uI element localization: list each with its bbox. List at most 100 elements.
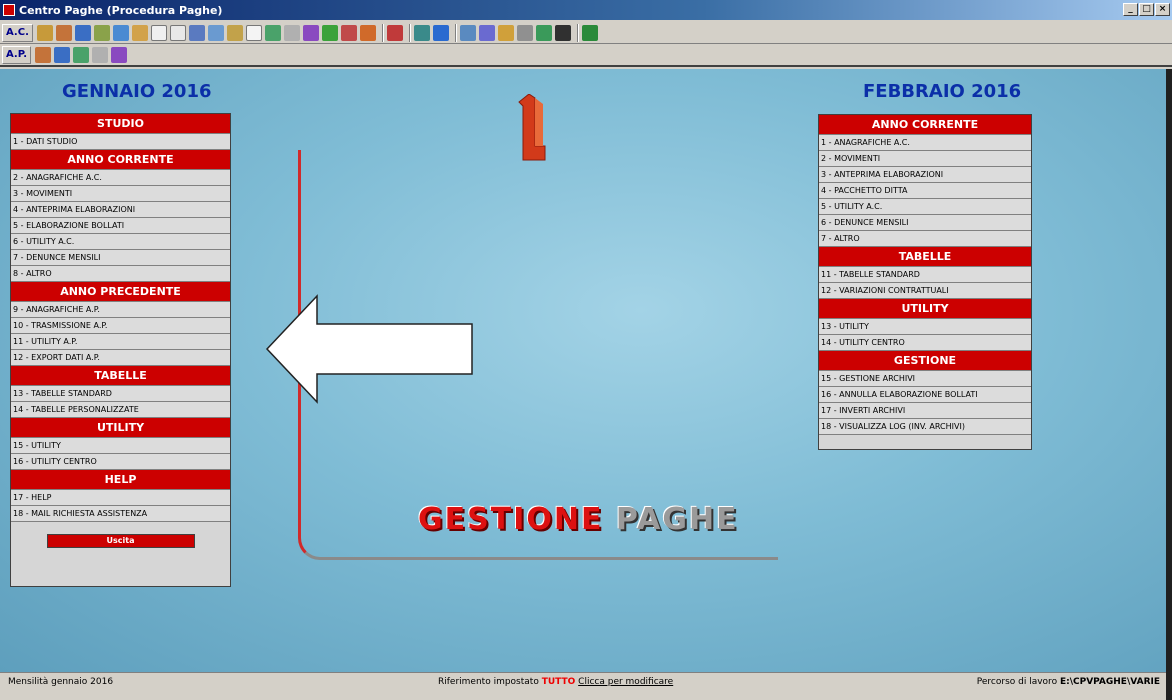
menu-item-17-inverti-archivi[interactable]: 17 - INVERTI ARCHIVI	[819, 403, 1031, 419]
section-header-help: HELP	[11, 470, 230, 490]
toolbar-anno-corrente: A.C.	[0, 22, 1172, 44]
menu-item-10-trasmissione-a-p[interactable]: 10 - TRASMISSIONE A.P.	[11, 318, 230, 334]
menu-item-16-utility-centro[interactable]: 16 - UTILITY CENTRO	[11, 454, 230, 470]
toolbar-separator	[454, 23, 457, 42]
menu-item-13-utility[interactable]: 13 - UTILITY	[819, 319, 1031, 335]
menu-item-9-anagrafiche-a-p[interactable]: 9 - ANAGRAFICHE A.P.	[11, 302, 230, 318]
home-doc-icon[interactable]	[131, 24, 148, 41]
menu-item-8-altro[interactable]: 8 - ALTRO	[11, 266, 230, 282]
menu-item-7-altro[interactable]: 7 - ALTRO	[819, 231, 1031, 247]
menu-item-12-variazioni-contrattuali[interactable]: 12 - VARIAZIONI CONTRATTUALI	[819, 283, 1031, 299]
menu-item-2-movimenti[interactable]: 2 - MOVIMENTI	[819, 151, 1031, 167]
logo-word-gestione: GESTIONE	[418, 502, 604, 537]
modify-reference-link[interactable]: Clicca per modificare	[578, 677, 673, 687]
menu-item-15-utility[interactable]: 15 - UTILITY	[11, 438, 230, 454]
toolbar-separator	[408, 23, 411, 42]
menu-item-4-pacchetto-ditta[interactable]: 4 - PACCHETTO DITTA	[819, 183, 1031, 199]
menu-item-14-tabelle-personalizzate[interactable]: 14 - TABELLE PERSONALIZZATE	[11, 402, 230, 418]
menu-item-1-dati-studio[interactable]: 1 - DATI STUDIO	[11, 134, 230, 150]
spreadsheet-icon[interactable]	[264, 24, 281, 41]
menu-item-6-denunce-mensili[interactable]: 6 - DENUNCE MENSILI	[819, 215, 1031, 231]
spreadsheet-icon[interactable]	[73, 47, 90, 63]
app-window: Centro Paghe (Procedura Paghe) _ □ × A.C…	[0, 0, 1172, 700]
toolbar-separator	[381, 23, 384, 42]
home-icon[interactable]	[35, 47, 52, 63]
menu-item-5-utility-a-c[interactable]: 5 - UTILITY A.C.	[819, 199, 1031, 215]
exit-button[interactable]: Uscita	[46, 534, 195, 548]
export-icon[interactable]	[459, 24, 476, 41]
book-icon[interactable]	[340, 24, 357, 41]
window-icon[interactable]	[554, 24, 571, 41]
menu-item-2-anagrafiche-a-c[interactable]: 2 - ANAGRAFICHE A.C.	[11, 170, 230, 186]
calendar-365-icon[interactable]	[111, 47, 128, 63]
people-icon[interactable]	[54, 47, 71, 63]
toolbar-ap-label[interactable]: A.P.	[2, 46, 32, 64]
network-icon[interactable]	[321, 24, 338, 41]
menu-item-12-export-dati-a-p[interactable]: 12 - EXPORT DATI A.P.	[11, 350, 230, 366]
people-icon[interactable]	[74, 24, 91, 41]
menu-item-11-utility-a-p[interactable]: 11 - UTILITY A.P.	[11, 334, 230, 350]
menu-item-16-annulla-elaborazione-bollati[interactable]: 16 - ANNULLA ELABORAZIONE BOLLATI	[819, 387, 1031, 403]
toolbar-separator	[576, 23, 579, 42]
workpath-label: Percorso di lavoro	[976, 677, 1058, 687]
status-bar: Mensilità gennaio 2016 Riferimento impos…	[0, 672, 1166, 700]
coins-icon[interactable]	[497, 24, 514, 41]
edit-icon[interactable]	[93, 24, 110, 41]
status-reference: Riferimento impostato TUTTO Clicca per m…	[438, 677, 673, 687]
logo-emblem-icon	[518, 94, 546, 161]
printer-icon[interactable]	[535, 24, 552, 41]
menu-item-5-elaborazione-bollati[interactable]: 5 - ELABORAZIONE BOLLATI	[11, 218, 230, 234]
calculator-icon[interactable]	[516, 24, 533, 41]
window-title: Centro Paghe (Procedura Paghe)	[19, 3, 223, 17]
app-icon	[3, 4, 15, 16]
menu-item-4-anteprima-elaborazioni[interactable]: 4 - ANTEPRIMA ELABORAZIONI	[11, 202, 230, 218]
menu-item-11-tabelle-standard[interactable]: 11 - TABELLE STANDARD	[819, 267, 1031, 283]
report-icon[interactable]	[207, 24, 224, 41]
copy-icon[interactable]	[169, 24, 186, 41]
maximize-button[interactable]: □	[1139, 3, 1154, 16]
menu-item-17-help[interactable]: 17 - HELP	[11, 490, 230, 506]
transfer-icon[interactable]	[413, 24, 430, 41]
section-header-utility: UTILITY	[11, 418, 230, 438]
menu-item-15-gestione-archivi[interactable]: 15 - GESTIONE ARCHIVI	[819, 371, 1031, 387]
close-button[interactable]: ×	[1155, 3, 1170, 16]
menu-item-7-denunce-mensili[interactable]: 7 - DENUNCE MENSILI	[11, 250, 230, 266]
section-header-anno-corrente: ANNO CORRENTE	[11, 150, 230, 170]
excel-icon[interactable]	[581, 24, 598, 41]
main-area: GENNAIO 2016 FEBBRAIO 2016 GESTIONE PAGH…	[0, 69, 1166, 672]
section-header-tabelle: TABELLE	[11, 366, 230, 386]
minimize-button[interactable]: _	[1123, 3, 1138, 16]
section-header-utility: UTILITY	[819, 299, 1031, 319]
date-icon[interactable]	[386, 24, 403, 41]
home-icon[interactable]	[55, 24, 72, 41]
page-icon[interactable]	[245, 24, 262, 41]
folder-icon[interactable]	[112, 24, 129, 41]
menu-item-13-tabelle-standard[interactable]: 13 - TABELLE STANDARD	[11, 386, 230, 402]
document-icon[interactable]	[150, 24, 167, 41]
menu-item-3-anteprima-elaborazioni[interactable]: 3 - ANTEPRIMA ELABORAZIONI	[819, 167, 1031, 183]
menu-item-14-utility-centro[interactable]: 14 - UTILITY CENTRO	[819, 335, 1031, 351]
calendar-icon[interactable]	[188, 24, 205, 41]
workpath-value: E:\CPVPAGHE\VARIE	[1059, 677, 1160, 687]
title-bar: Centro Paghe (Procedura Paghe) _ □ ×	[0, 0, 1172, 20]
tools-icon[interactable]	[283, 24, 300, 41]
pencil-icon[interactable]	[226, 24, 243, 41]
menu-item-18-visualizza-log-inv-archivi[interactable]: 18 - VISUALIZZA LOG (INV. ARCHIVI)	[819, 419, 1031, 435]
archive-icon[interactable]	[359, 24, 376, 41]
section-header-anno-corrente: ANNO CORRENTE	[819, 115, 1031, 135]
menu-item-1-anagrafiche-a-c[interactable]: 1 - ANAGRAFICHE A.C.	[819, 135, 1031, 151]
status-workpath: Percorso di lavoro E:\CPVPAGHE\VARIE	[977, 677, 1160, 687]
toolbar-ac-label[interactable]: A.C.	[2, 23, 33, 42]
status-reference-label: Riferimento impostato	[438, 677, 539, 687]
menu-item-3-movimenti[interactable]: 3 - MOVIMENTI	[11, 186, 230, 202]
house-icon[interactable]	[36, 24, 53, 41]
arrow-left-icon	[265, 294, 473, 404]
users-icon[interactable]	[432, 24, 449, 41]
import-icon[interactable]	[478, 24, 495, 41]
menu-item-18-mail-richiesta-assistenza[interactable]: 18 - MAIL RICHIESTA ASSISTENZA	[11, 506, 230, 522]
section-header-gestione: GESTIONE	[819, 351, 1031, 371]
calendar-365-icon[interactable]	[302, 24, 319, 41]
tools-icon[interactable]	[92, 47, 109, 63]
window-controls: _ □ ×	[1123, 3, 1170, 16]
menu-item-6-utility-a-c[interactable]: 6 - UTILITY A.C.	[11, 234, 230, 250]
